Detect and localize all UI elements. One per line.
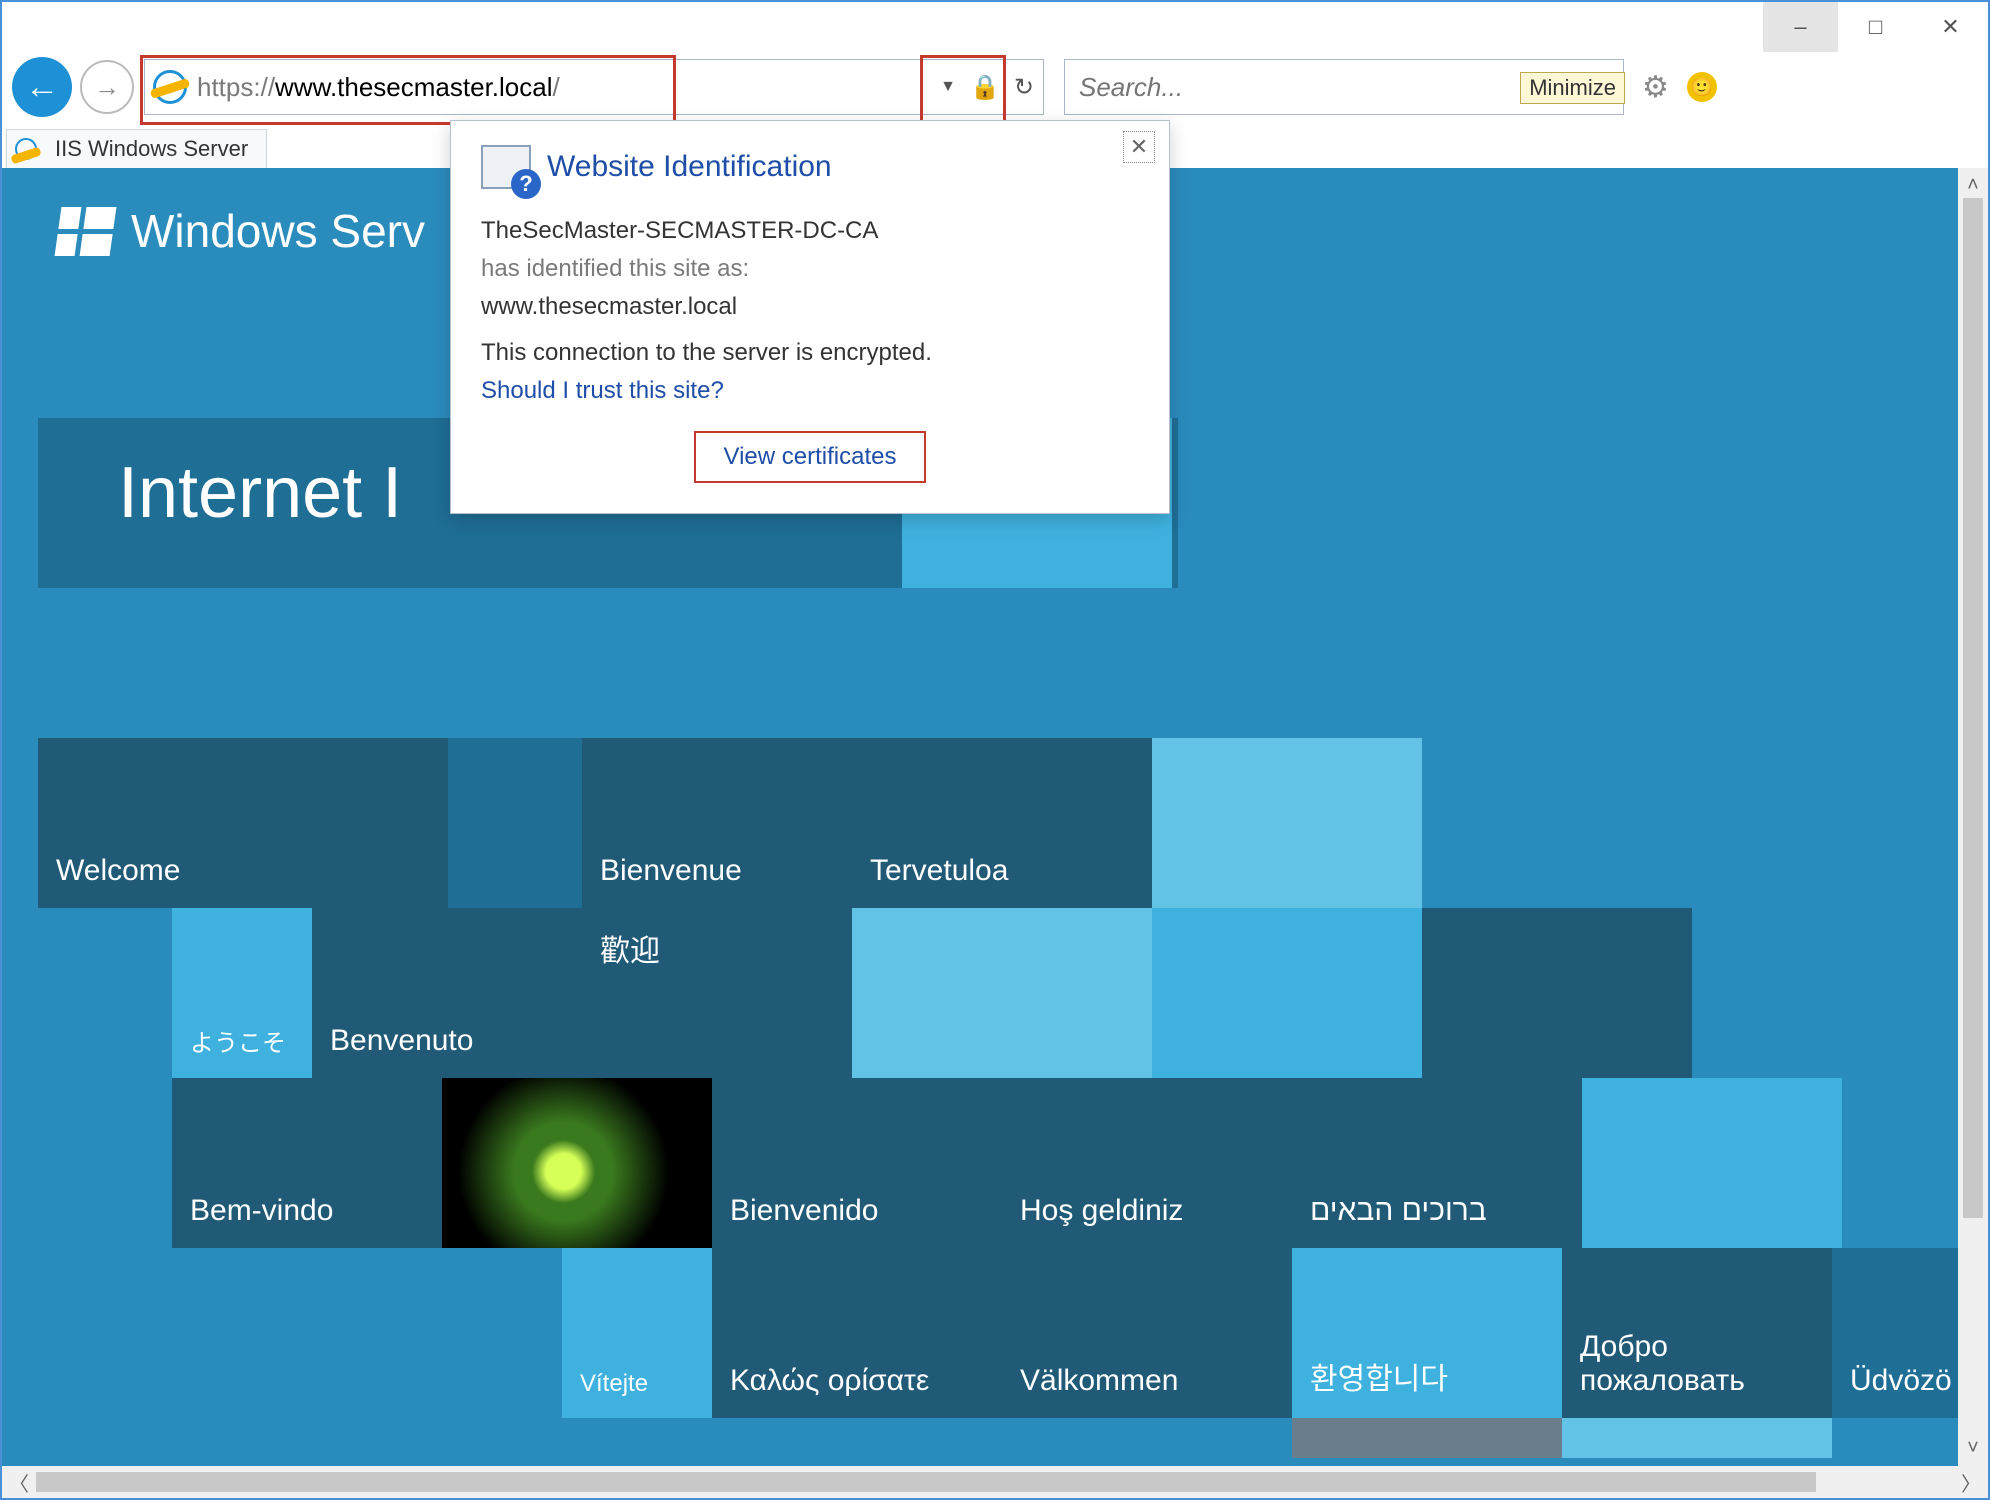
popup-close-button[interactable]: ✕ [1123, 131, 1155, 163]
popup-site: www.thesecmaster.local [481, 293, 1139, 321]
ie-icon [15, 138, 37, 160]
tile-tervetuloa: Tervetuloa [852, 738, 1152, 908]
certificate-icon: ? [481, 145, 531, 189]
toolbar-icons: ⚙ 🙂 [1642, 70, 1717, 105]
tile-bruchim: ברוכים הבאים [1292, 1078, 1582, 1248]
tile-spacer [852, 908, 1152, 1078]
window-controls: – □ ✕ [1763, 2, 1988, 52]
tile-bemvindo: Bem-vindo [172, 1078, 442, 1248]
ie-icon [153, 70, 187, 104]
tile-huanying: 歡迎 [582, 908, 852, 1078]
gear-icon[interactable]: ⚙ [1642, 70, 1669, 105]
tile-spacer [1582, 1078, 1842, 1248]
tile-valkommen: Välkommen [1002, 1248, 1292, 1418]
refresh-icon[interactable]: ↻ [1014, 73, 1034, 102]
tile-dobro: Добро пожаловать [1562, 1248, 1832, 1418]
tile-welcome: Welcome [38, 738, 448, 908]
website-identification-popup: ✕ ? Website Identification TheSecMaster-… [450, 120, 1170, 514]
tile-udvoz: Üdvözö [1832, 1248, 1958, 1418]
search-box[interactable]: 🔍 ▼ Minimize [1064, 59, 1624, 115]
scroll-right-icon[interactable]: 〉 [1954, 1468, 1988, 1497]
tile-spacer [1152, 908, 1422, 1078]
address-text: https://www.thesecmaster.local/ [197, 72, 560, 103]
search-input[interactable] [1077, 71, 1559, 104]
address-bar-wrap: https://www.thesecmaster.local/ ▼ 🔒 ↻ [144, 59, 1044, 115]
scroll-left-icon[interactable]: 〈 [2, 1468, 36, 1497]
tile-vitejte: Vítejte [562, 1248, 712, 1418]
minimize-button[interactable]: – [1763, 2, 1838, 52]
view-certificates-highlight: View certificates [694, 431, 927, 483]
tile-spacer [1562, 1418, 1832, 1458]
tile-benvenuto: Benvenuto [312, 908, 582, 1078]
popup-issuer: TheSecMaster-SECMASTER-DC-CA [481, 217, 1139, 245]
view-certificates-wrap: View certificates [481, 431, 1139, 483]
tile-bienvenido: Bienvenido [712, 1078, 1002, 1248]
tile-bienvenue: Bienvenue [582, 738, 852, 908]
tile-youkoso: ようこそ [172, 908, 312, 1078]
maximize-button[interactable]: □ [1838, 2, 1913, 52]
minimize-tooltip: Minimize [1520, 72, 1625, 104]
addr-right-icons: ▼ 🔒 ↻ [940, 59, 1034, 115]
nav-bar: ← → https://www.thesecmaster.local/ ▼ 🔒 … [2, 52, 1988, 122]
back-button[interactable]: ← [12, 57, 72, 117]
tile-brick [1292, 1418, 1562, 1458]
close-button[interactable]: ✕ [1913, 2, 1988, 52]
tab-iis[interactable]: IIS Windows Server [6, 129, 267, 168]
tile-spacer [1422, 908, 1692, 1078]
url-host: www.thesecmaster.local [275, 72, 552, 102]
address-bar[interactable]: https://www.thesecmaster.local/ ▼ 🔒 ↻ [144, 59, 1044, 115]
feedback-smiley-icon[interactable]: 🙂 [1687, 72, 1717, 102]
tile-spacer [1152, 738, 1422, 908]
addr-dropdown-icon[interactable]: ▼ [940, 78, 956, 96]
popup-title: Website Identification [547, 150, 832, 184]
scroll-down-icon[interactable]: ˅ [1967, 1431, 1979, 1466]
browser-window: – □ ✕ ← → https://www.thesecmaster.local… [0, 0, 1990, 1500]
popup-identified-label: has identified this site as: [481, 255, 1139, 283]
lock-icon[interactable]: 🔒 [970, 73, 1000, 102]
vertical-scrollbar[interactable]: ˄ ˅ [1958, 168, 1988, 1466]
url-proto: https:// [197, 72, 275, 102]
forward-button[interactable]: → [80, 60, 134, 114]
tile-hosgeldiniz: Hoş geldiniz [1002, 1078, 1292, 1248]
view-certificates-link[interactable]: View certificates [724, 443, 897, 470]
popup-encrypted: This connection to the server is encrypt… [481, 339, 1139, 367]
vscroll-thumb[interactable] [1963, 198, 1983, 1218]
tab-title: IIS Windows Server [55, 136, 248, 162]
popup-trust-link[interactable]: Should I trust this site? [481, 377, 724, 404]
tile-hwanyeong: 환영합니다 [1292, 1248, 1562, 1418]
tile-kalos: Καλώς ορίσατε [712, 1248, 1002, 1418]
url-path: / [553, 72, 560, 102]
hscroll-thumb[interactable] [36, 1472, 1816, 1492]
tile-photo [442, 1078, 712, 1248]
horizontal-scrollbar[interactable]: 〈 〉 [2, 1466, 1988, 1498]
popup-header: ? Website Identification [481, 145, 1139, 189]
